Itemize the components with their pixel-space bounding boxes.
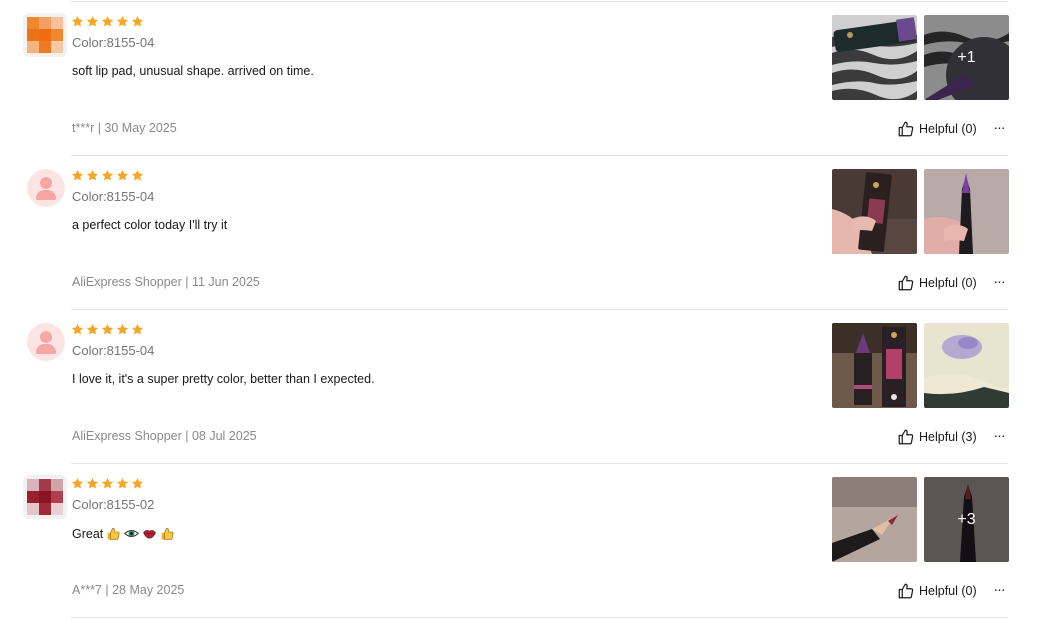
lips-emoji-icon xyxy=(142,526,157,541)
rating-stars xyxy=(71,15,144,29)
review-list: Color:8155-04 soft lip pad, unusual shap… xyxy=(0,0,1044,620)
review-meta: t***r | 30 May 2025 xyxy=(72,121,177,135)
review-meta: AliExpress Shopper | 11 Jun 2025 xyxy=(72,275,260,289)
thumbs-up-emoji-icon xyxy=(160,526,175,541)
star-icon xyxy=(71,169,84,181)
more-dots-icon[interactable]: ··· xyxy=(990,272,1008,292)
thumbs-up-icon xyxy=(898,583,914,599)
star-icon xyxy=(71,323,84,335)
thumbs-up-icon xyxy=(898,429,914,445)
star-icon xyxy=(101,323,114,335)
rating-stars xyxy=(71,477,144,491)
review-text-body: I love it, it's a super pretty color, be… xyxy=(72,372,375,386)
more-dots-icon[interactable]: ··· xyxy=(990,426,1008,446)
star-icon xyxy=(101,15,114,27)
extra-photos-count: +3 xyxy=(924,477,1009,562)
review-item: Color:8155-04 a perfect color today I'll… xyxy=(0,154,1044,308)
helpful-button[interactable]: Helpful (3) xyxy=(897,427,977,447)
avatar-head xyxy=(40,331,52,343)
review-photo[interactable] xyxy=(924,323,1009,408)
helpful-label: Helpful (3) xyxy=(919,430,977,444)
thumbs-up-emoji-icon xyxy=(106,526,121,541)
helpful-label: Helpful (0) xyxy=(919,584,977,598)
helpful-label: Helpful (0) xyxy=(919,276,977,290)
helpful-button[interactable]: Helpful (0) xyxy=(897,273,977,293)
divider xyxy=(71,617,1008,618)
star-icon xyxy=(86,323,99,335)
divider xyxy=(71,1,1008,2)
star-icon xyxy=(101,477,114,489)
sku-color-label: Color:8155-04 xyxy=(72,343,155,358)
review-text: a perfect color today I'll try it xyxy=(72,218,227,232)
thumbs-up-icon xyxy=(898,275,914,291)
review-photo[interactable] xyxy=(832,323,917,408)
star-icon xyxy=(71,477,84,489)
divider xyxy=(71,463,1008,464)
star-icon xyxy=(86,15,99,27)
helpful-button[interactable]: Helpful (0) xyxy=(897,581,977,601)
review-item: Color:8155-02 Great A***7 | 28 May 2025 xyxy=(0,462,1044,618)
star-icon xyxy=(131,477,144,489)
star-icon xyxy=(86,477,99,489)
star-icon xyxy=(131,169,144,181)
avatar-head xyxy=(40,177,52,189)
review-text-body: Great xyxy=(72,526,104,541)
helpful-label: Helpful (0) xyxy=(919,122,977,136)
sku-color-label: Color:8155-04 xyxy=(72,35,155,50)
avatar xyxy=(23,13,67,57)
avatar-shoulders xyxy=(36,190,56,200)
review-text-body: soft lip pad, unusual shape. arrived on … xyxy=(72,64,314,78)
star-icon xyxy=(116,169,129,181)
star-icon xyxy=(116,15,129,27)
review-text: soft lip pad, unusual shape. arrived on … xyxy=(72,64,314,78)
sku-color-label: Color:8155-04 xyxy=(72,189,155,204)
star-icon xyxy=(101,169,114,181)
review-photo-more[interactable]: +1 xyxy=(924,15,1009,100)
rating-stars xyxy=(71,323,144,337)
star-icon xyxy=(131,15,144,27)
sku-color-label: Color:8155-02 xyxy=(72,497,155,512)
avatar xyxy=(27,169,65,207)
review-photo-more[interactable]: +3 xyxy=(924,477,1009,562)
more-dots-icon[interactable]: ··· xyxy=(990,580,1008,600)
more-dots-icon[interactable]: ··· xyxy=(990,118,1008,138)
review-text: Great xyxy=(72,526,175,541)
rating-stars xyxy=(71,169,144,183)
divider xyxy=(71,155,1008,156)
review-photo[interactable] xyxy=(924,169,1009,254)
review-text: I love it, it's a super pretty color, be… xyxy=(72,372,375,386)
thumbs-up-icon xyxy=(898,121,914,137)
review-photo[interactable] xyxy=(832,477,917,562)
extra-photos-count: +1 xyxy=(924,15,1009,100)
star-icon xyxy=(116,477,129,489)
avatar-shoulders xyxy=(36,344,56,354)
eye-emoji-icon xyxy=(124,526,140,541)
review-meta: A***7 | 28 May 2025 xyxy=(72,583,185,597)
review-item: Color:8155-04 soft lip pad, unusual shap… xyxy=(0,0,1044,154)
avatar xyxy=(23,475,67,519)
star-icon xyxy=(71,15,84,27)
review-item: Color:8155-04 I love it, it's a super pr… xyxy=(0,308,1044,462)
star-icon xyxy=(131,323,144,335)
star-icon xyxy=(116,323,129,335)
review-meta: AliExpress Shopper | 08 Jul 2025 xyxy=(72,429,257,443)
review-text-body: a perfect color today I'll try it xyxy=(72,218,228,232)
review-photo[interactable] xyxy=(832,169,917,254)
helpful-button[interactable]: Helpful (0) xyxy=(897,119,977,139)
star-icon xyxy=(86,169,99,181)
review-photo[interactable] xyxy=(832,15,917,100)
avatar xyxy=(27,323,65,361)
divider xyxy=(71,309,1008,310)
